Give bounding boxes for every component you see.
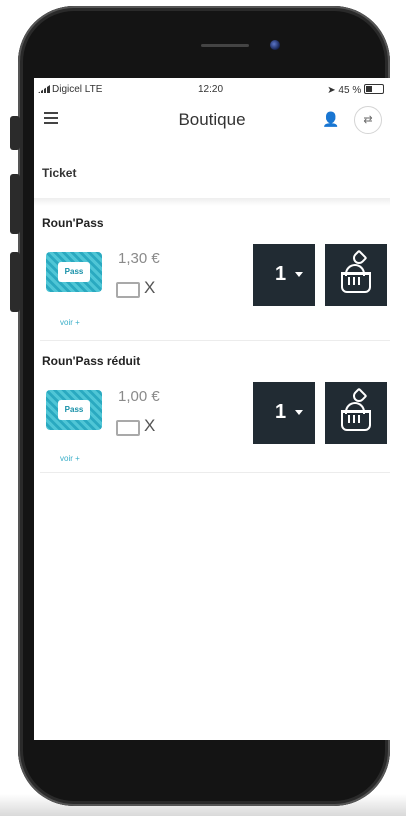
- carrier-label: Digicel LTE: [52, 84, 103, 95]
- ticket-icon: [116, 282, 140, 298]
- chevron-down-icon: [295, 272, 303, 277]
- user-icon[interactable]: 👤: [322, 110, 340, 128]
- section-title: Ticket: [42, 166, 77, 180]
- top-bezel: [18, 6, 390, 84]
- volume-up-button: [10, 174, 20, 234]
- clock: 12:20: [198, 84, 224, 95]
- ticket-mark: X: [144, 278, 156, 297]
- top-bar: Boutique 👤 ⇄: [34, 100, 390, 144]
- details-link[interactable]: voir +: [60, 454, 80, 463]
- app-screen: Digicel LTE 12:20 ➤ 45 % Boutique 👤 ⇄ Ti…: [34, 78, 390, 740]
- add-to-basket-button[interactable]: [325, 382, 387, 444]
- quantity-select[interactable]: 1: [253, 244, 315, 306]
- status-bar: Digicel LTE 12:20 ➤ 45 %: [34, 78, 390, 100]
- pass-image[interactable]: Pass: [46, 390, 102, 430]
- location-icon: ➤: [327, 85, 336, 96]
- product-name: Roun'Pass: [42, 216, 104, 230]
- add-to-basket-button[interactable]: [325, 244, 387, 306]
- product-price: 1,00 €: [118, 388, 160, 405]
- pass-card-label: Pass: [58, 400, 90, 420]
- product-item: Roun'Pass Pass 1,30 € X voir + 1: [40, 216, 390, 341]
- product-item: Roun'Pass réduit Pass 1,00 € X voir + 1: [40, 354, 390, 473]
- battery-icon: [364, 84, 384, 94]
- speaker: [201, 44, 249, 47]
- quantity-value: 1: [275, 263, 287, 285]
- details-link[interactable]: voir +: [60, 318, 80, 327]
- product-price: 1,30 €: [118, 250, 160, 267]
- ticket-icon: [116, 420, 140, 436]
- signal-icon: [38, 85, 50, 93]
- cart-icon[interactable]: ⇄: [354, 106, 382, 134]
- status-right: ➤ 45 %: [327, 84, 384, 96]
- pass-image[interactable]: Pass: [46, 252, 102, 292]
- chevron-down-icon: [295, 410, 303, 415]
- section-header: Ticket: [34, 154, 390, 199]
- carrier: Digicel LTE: [38, 84, 102, 95]
- section-divider-shadow: [34, 198, 390, 206]
- quantity-value: 1: [275, 401, 287, 423]
- basket-slats: [348, 277, 360, 285]
- basket-slats: [348, 415, 360, 423]
- quantity-select[interactable]: 1: [253, 382, 315, 444]
- bottom-bezel: [0, 726, 406, 816]
- pass-card-label: Pass: [58, 262, 90, 282]
- volume-down-button: [10, 252, 20, 312]
- front-camera: [270, 40, 280, 50]
- ticket-mark: X: [144, 416, 156, 435]
- battery-percent: 45 %: [338, 85, 362, 96]
- mute-switch: [10, 116, 20, 150]
- product-name: Roun'Pass réduit: [42, 354, 141, 368]
